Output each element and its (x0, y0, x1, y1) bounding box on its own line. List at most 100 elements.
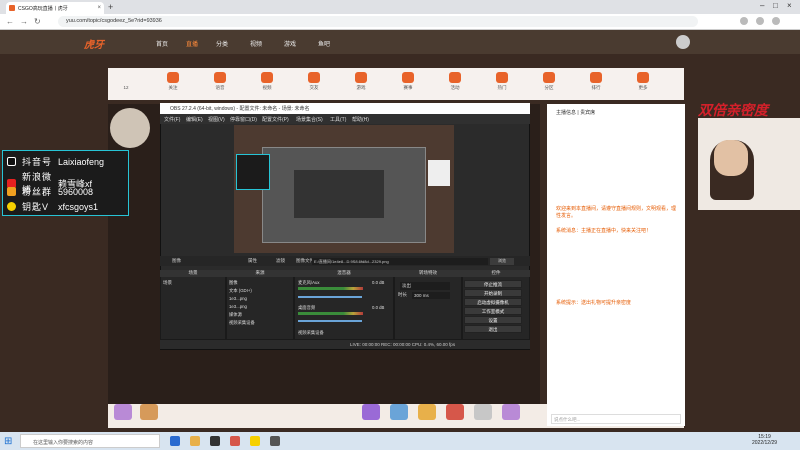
file-path-input[interactable]: E:/直播间/1e4e8...D.9S8.6fd8d...2329.png (312, 258, 488, 265)
category-label: 赛事 (403, 85, 413, 90)
fans-group-icon (7, 187, 16, 196)
category-item[interactable]: 交友 (300, 72, 328, 91)
taskbar-app-icon[interactable] (190, 436, 200, 446)
stop-streaming-button[interactable]: 停止推流 (464, 280, 522, 288)
taskbar-app-icon[interactable] (210, 436, 220, 446)
category-item[interactable]: 排行 (582, 72, 610, 91)
taskbar-app-icon[interactable] (270, 436, 280, 446)
controls-header: 控件 (462, 270, 530, 277)
source-item[interactable]: 视频采集设备 (229, 320, 255, 326)
source-item[interactable]: 1e3...png (229, 304, 247, 309)
source-item[interactable]: 媒体源 (229, 312, 242, 318)
taskbar-app-icon[interactable] (170, 436, 180, 446)
obs-menu-scene-collection[interactable]: 场景集合(S) (296, 116, 323, 123)
maximize-icon[interactable]: □ (773, 1, 778, 10)
nav-video[interactable]: 视频 (250, 39, 262, 48)
category-item[interactable]: 更多 (629, 72, 657, 91)
category-item[interactable]: 视频 (253, 72, 281, 91)
start-recording-button[interactable]: 开始录制 (464, 289, 522, 297)
chat-header[interactable]: 主播信息 | 贵宾席 (556, 110, 595, 117)
info-value: 5960008 (58, 186, 94, 197)
audio-meter (298, 312, 363, 315)
windows-start-icon[interactable]: ⊞ (4, 436, 12, 447)
gift-item[interactable] (390, 404, 408, 420)
category-item[interactable]: 关注 (159, 72, 187, 91)
nav-game[interactable]: 游戏 (284, 39, 296, 48)
nav-live[interactable]: 直播 (186, 39, 198, 48)
obs-menu-edit[interactable]: 编辑(E) (186, 116, 203, 123)
taskbar-search[interactable]: 在这里输入你要搜索的内容 (20, 434, 160, 448)
taskbar-app-icon[interactable] (230, 436, 240, 446)
close-window-icon[interactable]: × (787, 1, 792, 10)
scene-item[interactable]: 场景 (163, 280, 172, 286)
category-label: 更多 (638, 85, 648, 90)
category-item[interactable]: 游戏 (347, 72, 375, 91)
back-icon[interactable]: ← (6, 17, 14, 26)
preview-nested-screen-inner (294, 170, 384, 218)
source-item[interactable]: 图像 (229, 280, 238, 286)
properties-button[interactable]: 属性 (248, 258, 257, 264)
category-icon (543, 72, 555, 83)
nav-forum[interactable]: 鱼吧 (318, 39, 330, 48)
profile-icon[interactable] (756, 17, 764, 25)
category-item[interactable]: 热门 (488, 72, 516, 91)
virtual-camera-button[interactable]: 启动虚拟摄像机 (464, 298, 522, 306)
gift-item[interactable] (502, 404, 520, 420)
category-item[interactable]: 分区 (535, 72, 563, 91)
reload-icon[interactable]: ↻ (34, 17, 41, 26)
category-item[interactable]: 12 (112, 72, 140, 90)
info-label: 钥匙V (22, 202, 50, 212)
settings-button[interactable]: 设置 (464, 316, 522, 324)
obs-menu-help[interactable]: 帮助(H) (352, 116, 369, 123)
category-item[interactable]: 赛事 (394, 72, 422, 91)
nav-home[interactable]: 首页 (156, 39, 168, 48)
gift-item[interactable] (418, 404, 436, 420)
gift-item[interactable] (474, 404, 492, 420)
mixer-db: 0.0 dB (372, 305, 385, 310)
promo-banner: 双倍亲密度 (698, 102, 768, 118)
obs-menu-docks[interactable]: 停靠窗口(D) (230, 116, 257, 123)
forward-icon[interactable]: → (20, 17, 28, 26)
minimize-icon[interactable]: – (760, 1, 764, 10)
nav-category[interactable]: 分类 (216, 39, 228, 48)
category-item[interactable]: 语音 (206, 72, 234, 91)
taskbar-clock[interactable]: 15:19 2022/12/29 (752, 434, 777, 446)
obs-menu-profile[interactable]: 配置文件(P) (262, 116, 289, 123)
category-icon (402, 72, 414, 83)
studio-mode-button[interactable]: 工作室模式 (464, 307, 522, 315)
extension-icon[interactable] (740, 17, 748, 25)
obs-menu-view[interactable]: 视图(V) (208, 116, 225, 123)
chat-input[interactable]: 说点什么吧... (551, 414, 681, 424)
gift-item[interactable] (362, 404, 380, 420)
duration-input[interactable]: 300 ms (412, 292, 450, 299)
url-input[interactable]: yuu.com/topic/csgodeez_5e?rid=93936 (58, 16, 698, 27)
obs-statusbar: LIVE: 00:00:00 REC: 00:00:00 CPU: 0.4%, … (160, 340, 530, 349)
exit-button[interactable]: 退出 (464, 325, 522, 333)
new-tab-button[interactable]: + (108, 2, 113, 12)
volume-slider[interactable] (298, 296, 362, 298)
source-item[interactable]: 文本 (GDI+) (229, 288, 252, 294)
category-label: 热门 (497, 85, 507, 90)
info-row: 粉丝群 5960008 (7, 185, 93, 198)
browse-button[interactable]: 浏览 (490, 258, 514, 265)
mixer-db: 0.0 dB (372, 280, 385, 285)
user-avatar[interactable] (676, 35, 690, 49)
category-item[interactable]: 活动 (441, 72, 469, 91)
streamer-face (714, 140, 748, 176)
gift-item[interactable] (140, 404, 158, 420)
gift-item[interactable] (446, 404, 464, 420)
transition-select[interactable]: 淡出 (400, 282, 450, 290)
site-logo[interactable]: 虎牙 (84, 36, 104, 51)
anchor-avatar[interactable] (110, 108, 150, 148)
taskbar-app-icon[interactable] (250, 436, 260, 446)
close-tab-icon[interactable]: × (97, 5, 101, 11)
tab-title: CSGO高玩直播丨虎牙 (18, 5, 68, 12)
obs-menu-file[interactable]: 文件(F) (164, 116, 180, 123)
browser-tab[interactable]: CSGO高玩直播丨虎牙 × (6, 2, 104, 14)
obs-menu-tools[interactable]: 工具(T) (330, 116, 346, 123)
menu-icon[interactable] (772, 17, 780, 25)
filters-button[interactable]: 滤镜 (276, 258, 285, 264)
gift-item[interactable] (114, 404, 132, 420)
volume-slider[interactable] (298, 320, 362, 322)
source-item[interactable]: 1e3...png (229, 296, 247, 301)
